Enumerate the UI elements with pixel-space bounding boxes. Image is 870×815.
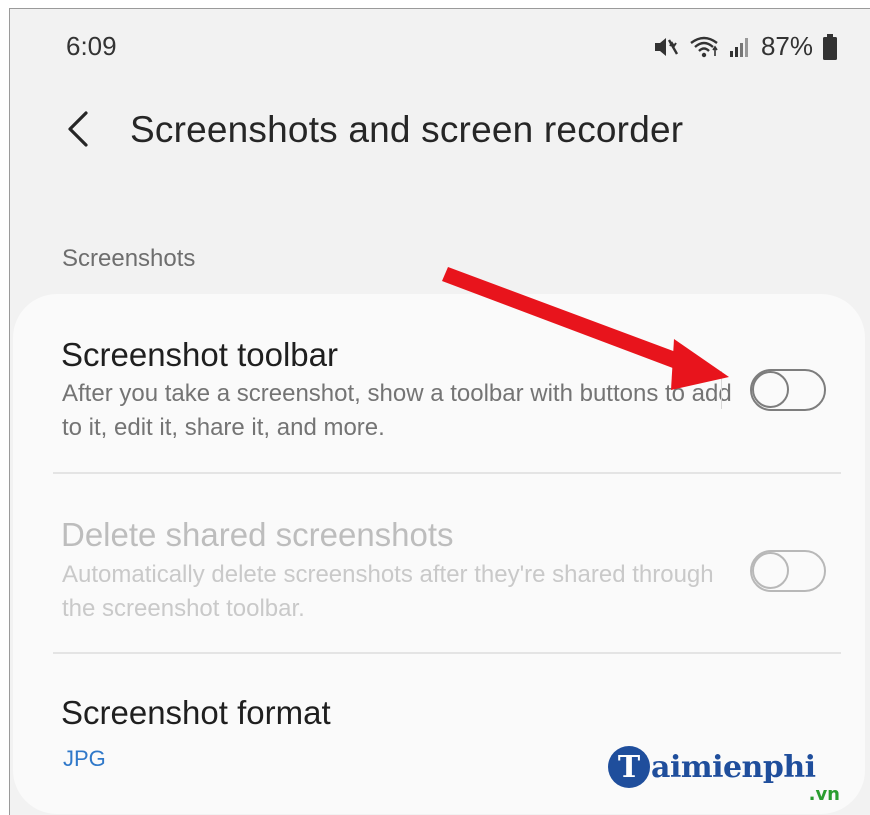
page-title: Screenshots and screen recorder <box>130 109 684 150</box>
watermark-main: T aimienphi <box>608 746 816 788</box>
setting-title: Screenshot toolbar <box>61 336 339 373</box>
status-bar: 6:09 87% <box>10 9 870 89</box>
app-header: Screenshots and screen recorder <box>10 97 870 167</box>
battery-percent: 87% <box>760 31 813 61</box>
watermark: T aimienphi .vn <box>608 746 848 806</box>
chevron-left-icon <box>66 109 90 154</box>
watermark-logo: T <box>608 746 650 788</box>
phone-screen: 6:09 87% Screenshots and screen recorder… <box>9 8 870 815</box>
setting-description: Automatically delete screenshots after t… <box>62 561 714 622</box>
watermark-text: aimienphi <box>651 749 816 785</box>
settings-card: Screenshot toolbar After you take a scre… <box>13 294 865 814</box>
mute-vibrate-icon <box>653 35 679 59</box>
setting-description: After you take a screenshot, show a tool… <box>62 380 732 441</box>
back-button[interactable] <box>58 101 98 161</box>
setting-row-delete-shared[interactable]: Delete shared screenshots Automatically … <box>13 474 865 654</box>
section-header: Screenshots <box>62 245 196 272</box>
setting-value: JPG <box>63 746 106 771</box>
toggle-knob <box>752 371 789 408</box>
toggle-divider <box>721 371 722 409</box>
delete-shared-toggle[interactable] <box>750 550 826 592</box>
toggle-knob <box>752 552 789 589</box>
setting-title: Delete shared screenshots <box>61 516 454 553</box>
battery-icon <box>823 33 837 60</box>
wifi-icon <box>689 35 719 59</box>
status-icons: 87% <box>653 31 837 62</box>
setting-row-screenshot-toolbar[interactable]: Screenshot toolbar After you take a scre… <box>13 294 865 474</box>
signal-icon <box>729 36 751 58</box>
setting-title: Screenshot format <box>61 694 331 731</box>
screenshot-toolbar-toggle[interactable] <box>750 369 826 411</box>
watermark-tld: .vn <box>808 784 840 805</box>
status-time: 6:09 <box>66 31 117 61</box>
